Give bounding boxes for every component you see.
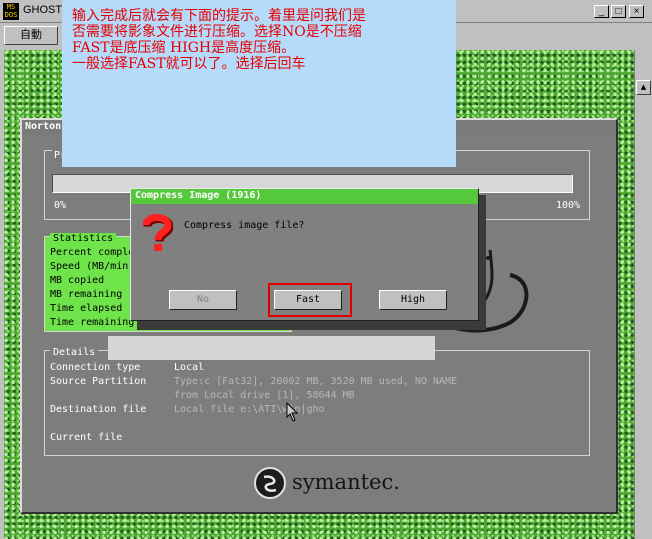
window-title: GHOST <box>23 4 63 16</box>
symantec-logo-text: symantec. <box>292 470 400 494</box>
detail-label-destination: Destination file <box>50 404 147 415</box>
progress-max-label: 100% <box>556 200 581 211</box>
mouse-cursor-icon <box>286 402 299 422</box>
ghost-title: Norton <box>25 121 62 132</box>
stat-time-elapsed: Time elapsed <box>50 303 123 314</box>
details-title: Details <box>50 347 99 358</box>
auto-font-select[interactable]: 自動 <box>4 26 58 45</box>
detail-value-source: Type:c [Fat32], 20002 MB, 3520 MB used, … <box>174 376 457 387</box>
detail-value-source-drive: from Local drive [1], 58644 MB <box>174 390 355 401</box>
stat-mb-copied: MB copied <box>50 275 105 286</box>
fast-button-highlight-box <box>268 283 352 317</box>
progress-min-label: 0% <box>54 200 67 211</box>
dialog-message: Compress image file? <box>184 220 305 231</box>
minimize-button[interactable]: _ <box>594 5 609 18</box>
statistics-title: Statistics <box>50 233 117 244</box>
question-mark-icon <box>142 214 173 251</box>
dialog-title: Compress Image (1916) <box>135 190 262 201</box>
stat-time-remaining: Time remaining <box>50 317 135 328</box>
detail-label-source: Source Partition <box>50 376 147 387</box>
annotation-line-1: 输入完成后就会有下面的提示。着里是问我们是 <box>72 8 366 24</box>
annotation-line-3: FAST是底压缩 HIGH是高度压缩。 <box>72 40 296 56</box>
no-compression-button[interactable]: No <box>169 290 237 310</box>
detail-label-connection: Connection type <box>50 362 141 373</box>
close-button[interactable]: × <box>629 5 644 18</box>
annotation-line-4: 一般选择FAST就可以了。选择后回车 <box>72 56 306 72</box>
annotation-grey-patch <box>108 336 435 360</box>
detail-label-current-file: Current file <box>50 432 123 443</box>
scroll-up-arrow-icon[interactable]: ▲ <box>636 80 651 95</box>
high-compression-button[interactable]: High <box>379 290 447 310</box>
stat-mb-remaining: MB remaining <box>50 289 123 300</box>
detail-value-destination: Local file e:\ATI\win|gho <box>174 404 325 415</box>
stat-speed: Speed (MB/min) <box>50 261 135 272</box>
vertical-scrollbar[interactable] <box>634 50 652 539</box>
ghost-app-icon[interactable]: MS DOS <box>3 3 19 20</box>
symantec-logo-icon <box>254 467 286 499</box>
maximize-button[interactable]: □ <box>611 5 626 18</box>
detail-value-connection: Local <box>174 362 205 373</box>
annotation-line-2: 否需要将影象文件进行压缩。选择NO是不压缩 <box>72 24 362 40</box>
